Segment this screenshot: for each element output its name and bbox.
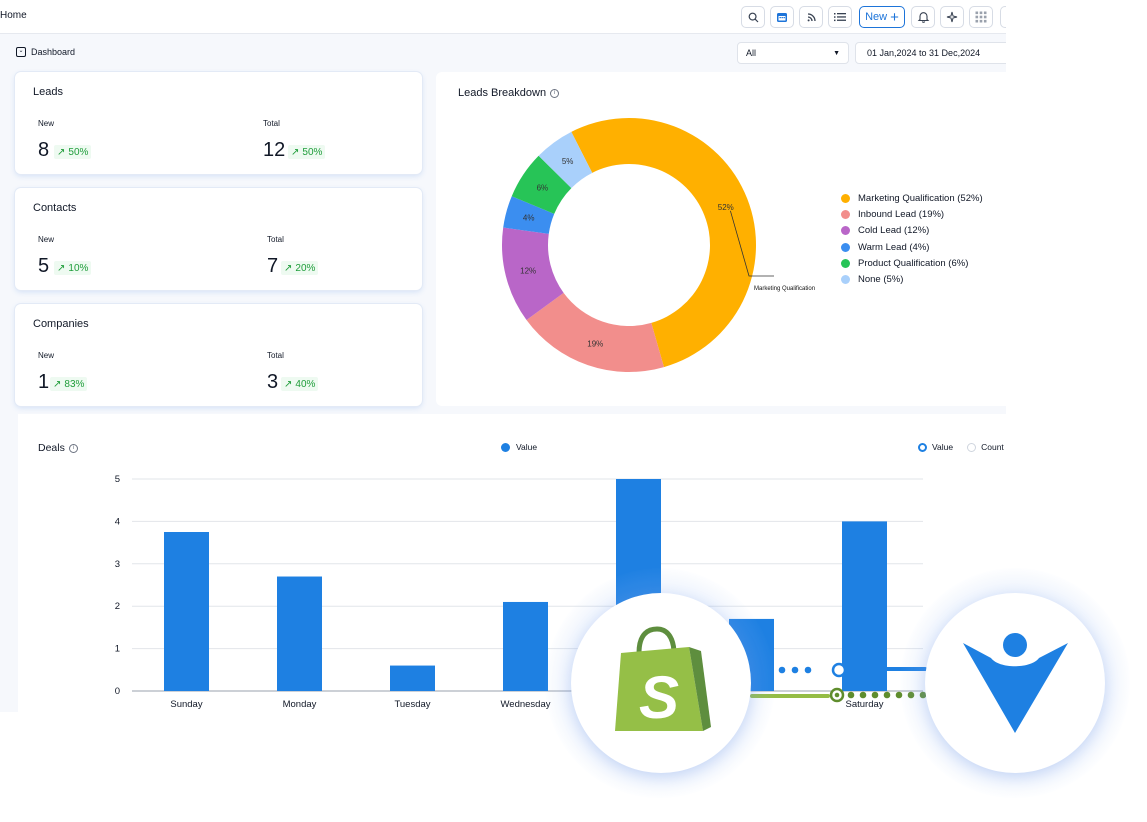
- person-v-logo-icon: [963, 629, 1068, 733]
- shopify-logo-letter: S: [639, 664, 679, 731]
- vtiger-logo-badge: [925, 593, 1105, 773]
- shopify-bag-icon: S: [615, 626, 711, 731]
- shopify-logo-badge: S: [571, 593, 751, 773]
- blue-dotted-line: [752, 662, 927, 678]
